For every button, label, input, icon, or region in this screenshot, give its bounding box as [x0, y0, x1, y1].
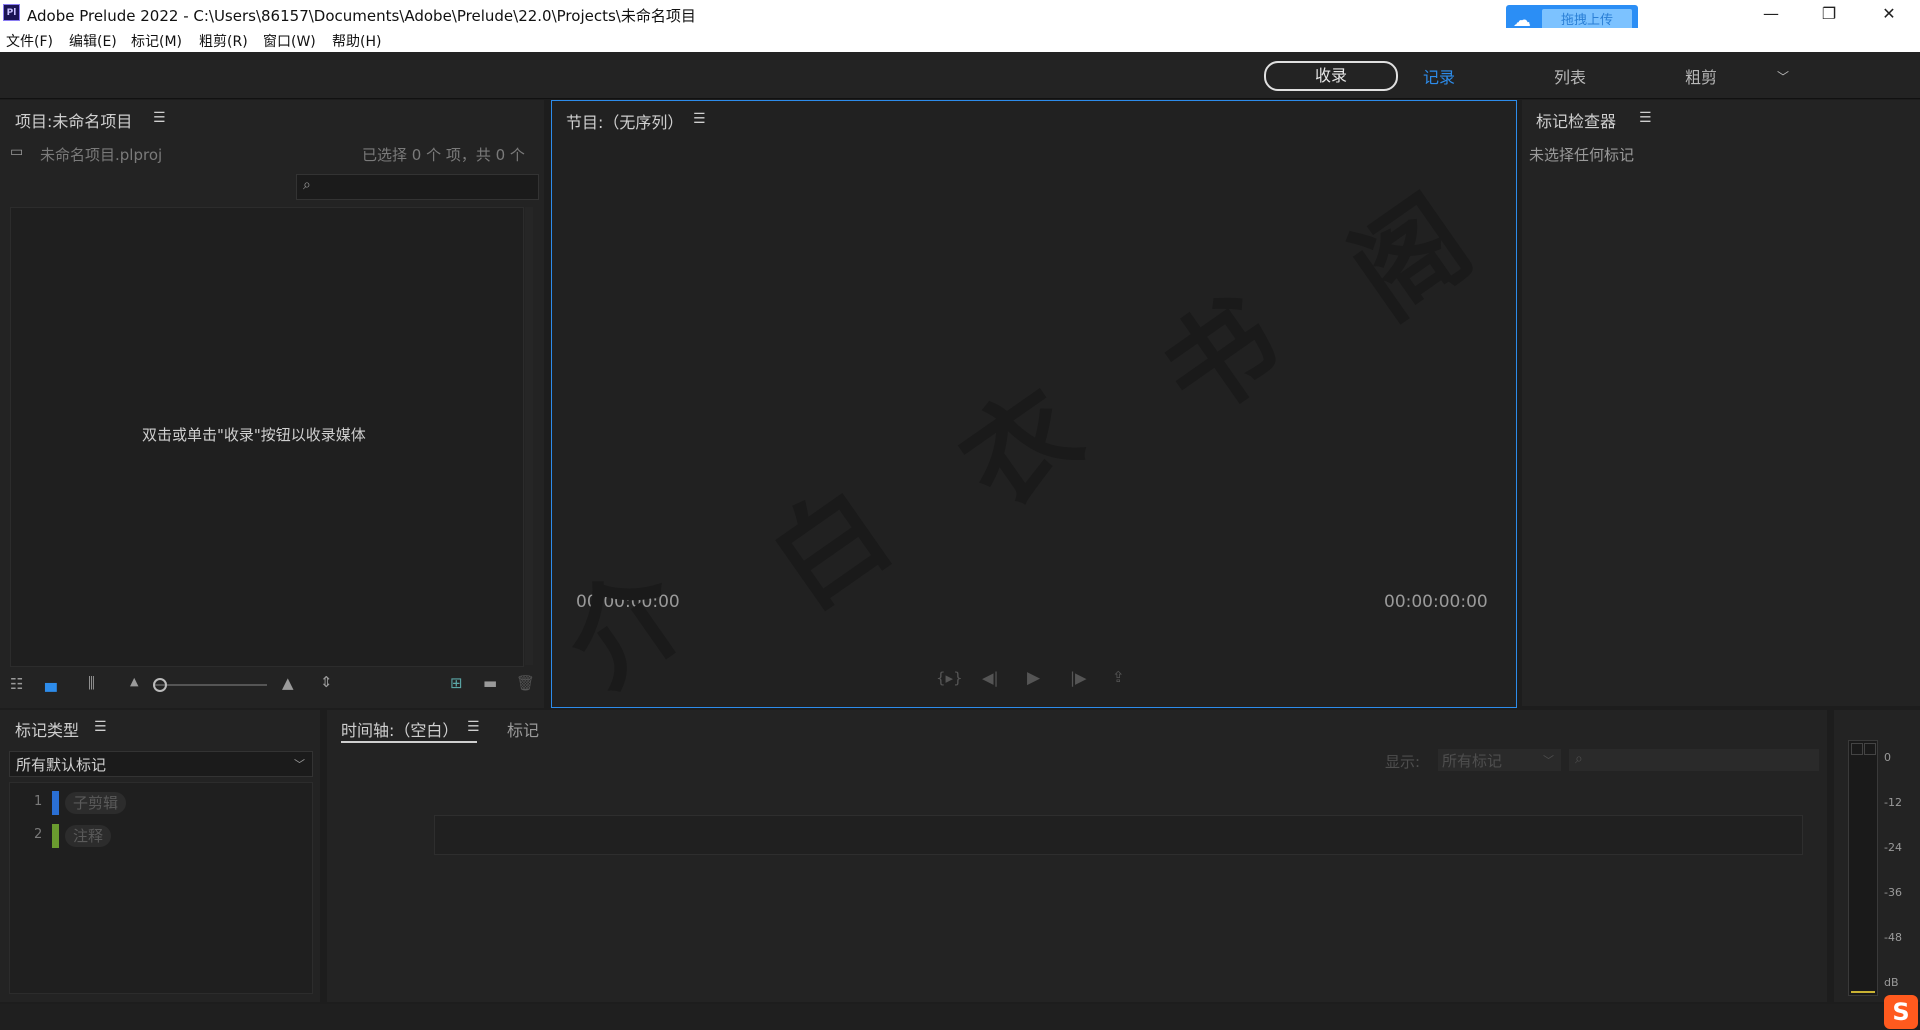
active-tab-underline [341, 741, 477, 743]
item-index: 2 [34, 827, 43, 842]
zoom-slider[interactable] [155, 684, 267, 686]
menu-help[interactable]: 帮助(H) [332, 31, 381, 51]
workspace-tab-rough-cut[interactable]: 粗剪 [1685, 64, 1717, 88]
zoom-slider-handle[interactable] [153, 678, 167, 692]
ingest-button[interactable]: 收录 [1264, 61, 1398, 91]
mark-in-out-icon[interactable]: {▸} [936, 669, 963, 687]
close-button[interactable]: ✕ [1860, 0, 1918, 28]
sogou-ime-icon[interactable]: S [1884, 995, 1918, 1029]
panel-menu-icon[interactable]: ☰ [153, 110, 166, 126]
scrollbar[interactable] [525, 207, 533, 665]
workspace-bar: 收录 记录 列表 粗剪 ﹀ [0, 52, 1920, 99]
step-forward-icon[interactable]: |▶ [1070, 669, 1087, 687]
panel-menu-icon[interactable]: ☰ [1639, 110, 1652, 126]
step-back-icon[interactable]: ◀| [982, 669, 999, 687]
freeform-view-icon[interactable]: ⫼ [88, 674, 95, 692]
project-panel: 项目:未命名项目 ☰ ▭ 未命名项目.plproj 已选择 0 个 项，共 0 … [0, 100, 544, 708]
merge-clips-icon[interactable]: ⊞ [450, 674, 463, 692]
zoom-out-icon[interactable]: ▲ [130, 675, 138, 688]
workspace-overflow-chevron-icon[interactable]: ﹀ [1777, 68, 1789, 85]
icon-view-icon[interactable]: ▄ [45, 674, 57, 692]
item-label: 注释 [65, 825, 112, 847]
status-bar [0, 1004, 1920, 1030]
tab-markers[interactable]: 标记 [507, 717, 539, 741]
meter-label-48: -48 [1884, 931, 1902, 944]
list-item[interactable]: 2 注释 [10, 822, 312, 850]
folder-icon: ▭ [10, 144, 24, 160]
menu-rough-cut[interactable]: 粗剪(R) [199, 31, 248, 51]
project-file-name: 未命名项目.plproj [40, 146, 163, 164]
chevron-down-icon: ﹀ [1543, 754, 1554, 767]
restore-button[interactable]: ❐ [1800, 0, 1858, 28]
color-swatch [52, 791, 59, 815]
marker-type-dropdown[interactable]: 所有默认标记 ﹀ [9, 751, 313, 777]
play-icon[interactable]: ▶ [1027, 668, 1040, 688]
meter-label-db: dB [1884, 976, 1899, 989]
menu-file[interactable]: 文件(F) [6, 31, 53, 51]
menu-window[interactable]: 窗口(W) [263, 31, 316, 51]
program-panel-title: 节目:（无序列） [566, 113, 684, 132]
chevron-down-icon: ﹀ [294, 758, 305, 771]
search-icon: ⌕ [303, 177, 311, 193]
timeline-track-area[interactable] [434, 815, 1803, 855]
list-view-icon[interactable]: ☷ [10, 675, 23, 693]
panel-menu-icon[interactable]: ☰ [693, 111, 706, 127]
dropdown-value: 所有默认标记 [16, 756, 107, 774]
marker-type-title: 标记类型 [15, 721, 80, 740]
window-title: Adobe Prelude 2022 - C:\Users\86157\Docu… [27, 7, 696, 25]
item-label: 子剪辑 [65, 792, 127, 814]
meter-label-0: 0 [1884, 751, 1891, 764]
project-panel-title: 项目:未命名项目 [15, 112, 133, 131]
no-marker-message: 未选择任何标记 [1529, 146, 1635, 164]
color-swatch [52, 824, 59, 848]
menu-bar: 文件(F) 编辑(E) 标记(M) 粗剪(R) 窗口(W) 帮助(H) [0, 28, 1920, 52]
peak-indicator [1851, 743, 1863, 755]
menu-marker[interactable]: 标记(M) [131, 31, 182, 51]
meter-label-12: -12 [1884, 796, 1902, 809]
marker-type-list: 1 子剪辑 2 注释 [9, 782, 313, 994]
new-bin-icon[interactable]: ▬ [483, 674, 497, 692]
export-frame-icon[interactable]: ⇪ [1112, 668, 1125, 686]
dropdown-value: 所有标记 [1442, 752, 1503, 770]
delete-icon[interactable]: 🗑 [516, 674, 535, 692]
workspace-tab-list[interactable]: 列表 [1554, 64, 1586, 88]
meter-label-36: -36 [1884, 886, 1902, 899]
empty-bin-message: 双击或单击"收录"按钮以收录媒体 [142, 426, 366, 444]
tab-timeline[interactable]: 时间轴:（空白） [341, 717, 458, 741]
workspace-tab-log[interactable]: 记录 [1423, 64, 1455, 88]
menu-edit[interactable]: 编辑(E) [69, 31, 117, 51]
meter-label-24: -24 [1884, 841, 1902, 854]
level-bar [1851, 991, 1875, 993]
show-filter-label: 显示: [1385, 753, 1421, 771]
search-input[interactable]: ⌕ [296, 174, 539, 200]
app-logo-icon: Pl [3, 4, 20, 21]
media-bin[interactable]: 双击或单击"收录"按钮以收录媒体 [10, 207, 524, 667]
selection-status: 已选择 0 个 项，共 0 个 [362, 146, 525, 164]
minimize-button[interactable]: — [1742, 0, 1800, 28]
timeline-panel: 时间轴:（空白） ☰ 标记 显示: 所有标记 ﹀ ⌕ [327, 710, 1827, 1002]
search-icon: ⌕ [1575, 751, 1583, 767]
show-filter-dropdown[interactable]: 所有标记 ﹀ [1438, 749, 1561, 771]
level-meter [1848, 740, 1878, 996]
zoom-in-icon[interactable]: ▲ [282, 674, 294, 692]
sort-icon[interactable]: ⇕ [320, 673, 333, 691]
marker-search-input[interactable]: ⌕ [1569, 749, 1819, 771]
marker-inspector-panel: 标记检查器 ☰ 未选择任何标记 [1522, 100, 1920, 706]
marker-inspector-title: 标记检查器 [1536, 112, 1617, 131]
panel-menu-icon[interactable]: ☰ [94, 719, 107, 735]
peak-indicator [1864, 743, 1876, 755]
item-index: 1 [34, 794, 43, 809]
audio-meter-panel: 0 -12 -24 -36 -48 dB [1834, 710, 1920, 1002]
panel-menu-icon[interactable]: ☰ [467, 719, 480, 735]
list-item[interactable]: 1 子剪辑 [10, 789, 312, 817]
marker-type-panel: 标记类型 ☰ 所有默认标记 ﹀ 1 子剪辑 2 注释 [0, 710, 320, 1002]
timecode-duration: 00:00:00:00 [1384, 592, 1488, 612]
